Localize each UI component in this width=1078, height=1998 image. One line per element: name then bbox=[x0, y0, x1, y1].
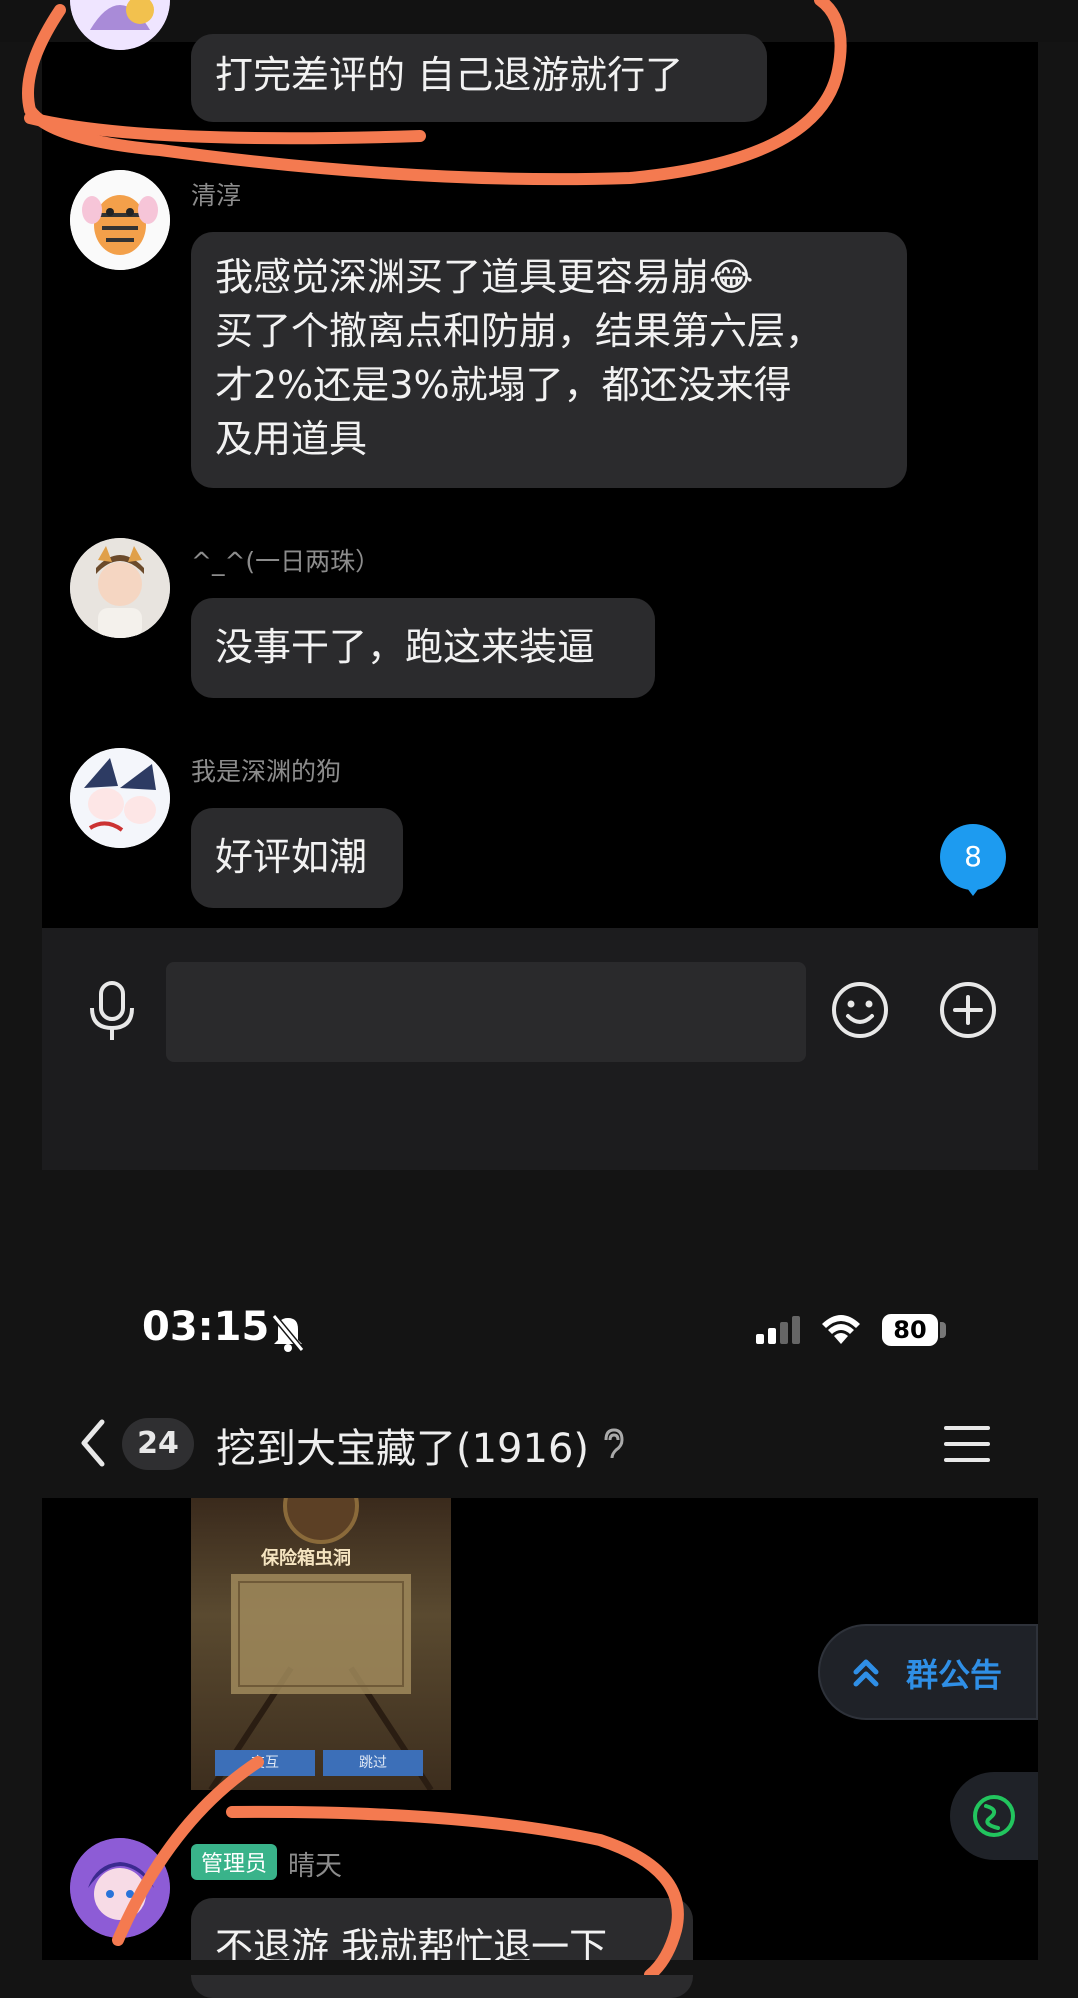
back-count-badge[interactable]: 24 bbox=[122, 1418, 194, 1470]
microphone-icon[interactable] bbox=[86, 980, 138, 1046]
double-chevron-up-icon bbox=[852, 1654, 880, 1694]
menu-icon[interactable] bbox=[944, 1424, 990, 1468]
message-bubble[interactable]: 没事干了，跑这来装逼 bbox=[191, 598, 655, 698]
avatar[interactable] bbox=[70, 170, 170, 270]
status-time: 03:15 bbox=[142, 1304, 270, 1350]
plus-icon[interactable] bbox=[938, 980, 998, 1044]
image-card-title: 保险箱虫洞 bbox=[261, 1548, 351, 1569]
emoji-icon[interactable] bbox=[830, 980, 890, 1044]
unread-badge[interactable]: 8 bbox=[940, 824, 1006, 890]
wifi-icon bbox=[820, 1314, 862, 1350]
signal-icon bbox=[754, 1316, 806, 1350]
group-notice-label: 群公告 bbox=[906, 1656, 1003, 1694]
image-message[interactable]: 保险箱虫洞 交互 跳过 bbox=[191, 1498, 451, 1790]
badge-tail bbox=[964, 884, 982, 896]
image-card-right-button[interactable]: 跳过 bbox=[323, 1750, 423, 1776]
sender-name: 我是深渊的狗 bbox=[191, 757, 342, 786]
battery-indicator: 80 bbox=[882, 1314, 938, 1346]
message-bubble[interactable]: 不退游 我就帮忙退一下 bbox=[191, 1898, 693, 1998]
sender-name: 晴天 bbox=[288, 1851, 342, 1882]
admin-tag: 管理员 bbox=[191, 1844, 278, 1880]
floating-assistant-button[interactable] bbox=[950, 1772, 1038, 1860]
laughing-crying-emoji: 😂 bbox=[709, 255, 754, 299]
hearing-icon[interactable] bbox=[598, 1426, 628, 1466]
image-card-left-button[interactable]: 交互 bbox=[215, 1750, 315, 1776]
avatar[interactable] bbox=[70, 538, 170, 638]
message-input[interactable] bbox=[166, 962, 806, 1062]
page-title: 挖到大宝藏了(1916) bbox=[216, 1426, 590, 1472]
group-notice-button[interactable]: 群公告 bbox=[818, 1624, 1038, 1720]
bottom-edge bbox=[0, 1960, 1078, 1975]
sender-name: ^_^(一日两珠） bbox=[191, 547, 381, 576]
message-bubble[interactable]: 我感觉深渊买了道具更容易崩😂 买了个撤离点和防崩，结果第六层， 才2%还是3%就… bbox=[191, 232, 907, 488]
avatar[interactable] bbox=[70, 1838, 170, 1938]
message-bubble[interactable]: 好评如潮 bbox=[191, 808, 403, 908]
message-bubble[interactable]: 打完差评的 自己退游就行了 bbox=[191, 34, 767, 122]
sender-name: 清淳 bbox=[191, 181, 242, 210]
bell-muted-icon bbox=[270, 1312, 306, 1356]
battery-cap bbox=[940, 1322, 946, 1338]
back-chevron-icon[interactable] bbox=[78, 1418, 108, 1472]
avatar[interactable] bbox=[70, 748, 170, 848]
